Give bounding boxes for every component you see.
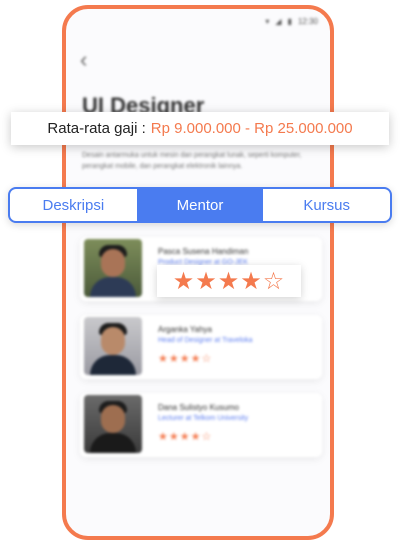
mentor-card[interactable]: Dana Sulistyo Kusumo Lecturer at Telkom … bbox=[80, 393, 322, 457]
salary-callout: Rata-rata gaji : Rp 9.000.000 - Rp 25.00… bbox=[11, 112, 389, 145]
star-icon: ★ bbox=[240, 267, 263, 295]
signal-icon: ◢ bbox=[275, 17, 282, 26]
status-bar: ▾ ◢ ▮ 12:30 bbox=[265, 17, 318, 26]
mentor-photo bbox=[84, 239, 142, 297]
battery-icon: ▮ bbox=[287, 17, 292, 26]
tab-kursus[interactable]: Kursus bbox=[263, 189, 390, 221]
mentor-name: Dana Sulistyo Kusumo bbox=[158, 403, 239, 412]
mentor-rating-stars: ★★★★☆ bbox=[158, 431, 213, 443]
salary-value: Rp 9.000.000 - Rp 25.000.000 bbox=[150, 120, 353, 137]
mentor-photo bbox=[84, 317, 142, 375]
salary-label: Rata-rata gaji : bbox=[47, 120, 146, 137]
mentor-card[interactable]: Arganka Yahya Head of Designer at Travel… bbox=[80, 315, 322, 379]
back-arrow-icon[interactable]: ‹ bbox=[80, 47, 87, 73]
tab-deskripsi[interactable]: Deskripsi bbox=[10, 189, 137, 221]
mentor-role: Head of Designer at Traveloka bbox=[158, 337, 253, 344]
mentor-name: Arganka Yahya bbox=[158, 325, 212, 334]
tab-mentor[interactable]: Mentor bbox=[136, 189, 264, 221]
mentor-photo bbox=[84, 395, 142, 453]
star-icon: ★ bbox=[172, 267, 196, 295]
half-star-icon: ☆ bbox=[262, 267, 286, 295]
status-time: 12:30 bbox=[297, 17, 318, 26]
mentor-rating-stars: ★★★★☆ bbox=[158, 353, 213, 365]
star-icon: ★ bbox=[217, 267, 241, 295]
page-description: Desain antarmuka untuk mesin dan perangk… bbox=[82, 152, 302, 170]
mentor-name: Pasca Susena Handiman bbox=[158, 247, 249, 256]
rating-stars-callout: ★ ★ ★ ★ ☆ bbox=[157, 265, 301, 297]
star-icon: ★ bbox=[195, 267, 218, 295]
mentor-role: Lecturer at Telkom University bbox=[158, 415, 249, 422]
wifi-icon: ▾ bbox=[265, 17, 270, 26]
tab-bar: Deskripsi Mentor Kursus bbox=[8, 187, 392, 223]
